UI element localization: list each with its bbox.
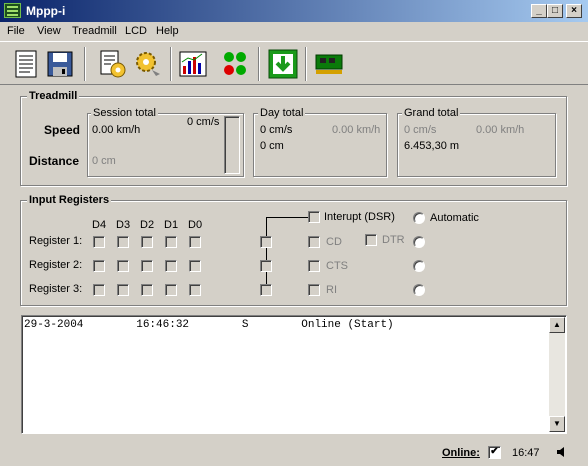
speaker-icon[interactable] <box>555 445 569 459</box>
interrupt-dsr-label: Interupt (DSR) <box>324 211 395 223</box>
grand-speed-kmh: 0.00 km/h <box>476 124 525 136</box>
register-3-radio[interactable] <box>413 284 425 296</box>
reg3-d0-checkbox[interactable] <box>189 284 201 296</box>
reg2-d0-checkbox[interactable] <box>189 260 201 272</box>
bit-label-d1: D1 <box>164 219 179 231</box>
session-speed-kmh: 0.00 km/h <box>92 124 141 136</box>
grand-speed-cms: 0 cm/s <box>404 124 437 136</box>
register-2-label: Register 2: <box>29 259 83 271</box>
bit-label-d3: D3 <box>116 219 131 231</box>
online-checkbox[interactable]: ✔ <box>488 446 501 459</box>
reg3-d3-checkbox[interactable] <box>117 284 129 296</box>
day-speed-kmh: 0.00 km/h <box>332 124 381 136</box>
bit-label-d2: D2 <box>140 219 155 231</box>
minimize-button[interactable]: _ <box>531 4 547 18</box>
window-title: Mppp-i <box>26 4 66 18</box>
reg3-d2-checkbox[interactable] <box>141 284 153 296</box>
app-icon[interactable] <box>4 3 21 18</box>
log-line: 29-3-2004 16:46:32 S Online (Start) <box>24 319 394 331</box>
register-2-radio[interactable] <box>413 260 425 272</box>
report-icon[interactable] <box>10 48 42 80</box>
treadmill-group-title: Treadmill <box>27 90 80 102</box>
lights-icon[interactable] <box>219 48 251 80</box>
session-speed-cms: 0 cm/s <box>187 116 220 128</box>
reg3-d1-checkbox[interactable] <box>165 284 177 296</box>
gear-icon[interactable] <box>132 48 164 80</box>
day-total-title: Day total <box>258 107 306 119</box>
distance-label: Distance <box>29 154 80 168</box>
session-total-box <box>87 113 244 177</box>
reg1-d3-checkbox[interactable] <box>117 236 129 248</box>
cts-checkbox[interactable] <box>308 260 320 272</box>
reg2-d3-checkbox[interactable] <box>117 260 129 272</box>
event-log[interactable]: 29-3-2004 16:46:32 S Online (Start) ▲ ▼ <box>21 315 567 434</box>
day-distance: 0 cm <box>260 140 284 152</box>
ri-checkbox[interactable] <box>308 284 320 296</box>
reg3-extra-checkbox[interactable] <box>260 284 272 296</box>
reg1-d1-checkbox[interactable] <box>165 236 177 248</box>
grand-distance: 6.453,30 m <box>404 140 460 152</box>
register-1-label: Register 1: <box>29 235 83 247</box>
dtr-checkbox[interactable] <box>365 234 377 246</box>
reg1-d2-checkbox[interactable] <box>141 236 153 248</box>
connector-line-top <box>266 217 309 218</box>
scroll-down-button[interactable]: ▼ <box>549 416 565 432</box>
session-total-title: Session total <box>91 107 158 119</box>
day-speed-cms: 0 cm/s <box>260 124 293 136</box>
circuit-board-icon[interactable] <box>313 48 345 80</box>
reg3-d4-checkbox[interactable] <box>93 284 105 296</box>
bit-label-d4: D4 <box>92 219 107 231</box>
menu-treadmill[interactable]: Treadmill <box>72 25 117 37</box>
input-registers-title: Input Registers <box>27 194 112 206</box>
reg1-d4-checkbox[interactable] <box>93 236 105 248</box>
menu-help[interactable]: Help <box>156 25 179 37</box>
automatic-radio[interactable] <box>413 212 425 224</box>
save-icon[interactable] <box>44 48 76 80</box>
speed-label: Speed <box>44 123 81 137</box>
settings-doc-icon[interactable] <box>96 48 128 80</box>
scroll-up-button[interactable]: ▲ <box>549 317 565 333</box>
status-bar: Online: ✔ 16:47 <box>0 442 588 466</box>
reg2-d1-checkbox[interactable] <box>165 260 177 272</box>
automatic-label: Automatic <box>430 212 479 224</box>
download-icon[interactable] <box>267 48 299 80</box>
cd-checkbox[interactable] <box>308 236 320 248</box>
menu-file[interactable]: File <box>7 25 25 37</box>
menu-view[interactable]: View <box>37 25 61 37</box>
reg1-extra-checkbox[interactable] <box>260 236 272 248</box>
cts-label: CTS <box>326 260 348 272</box>
maximize-button[interactable]: □ <box>547 4 563 18</box>
grand-total-title: Grand total <box>402 107 461 119</box>
reg2-extra-checkbox[interactable] <box>260 260 272 272</box>
register-1-radio[interactable] <box>413 236 425 248</box>
dtr-label: DTR <box>382 234 405 246</box>
session-distance: 0 cm <box>92 155 116 167</box>
register-3-label: Register 3: <box>29 283 83 295</box>
reg1-d0-checkbox[interactable] <box>189 236 201 248</box>
close-button[interactable]: × <box>566 4 582 18</box>
interrupt-dsr-checkbox[interactable] <box>308 211 320 223</box>
reg2-d4-checkbox[interactable] <box>93 260 105 272</box>
toolbar <box>0 41 588 85</box>
bit-label-d0: D0 <box>188 219 203 231</box>
menu-bar: File View Treadmill LCD Help <box>0 22 588 40</box>
menu-lcd[interactable]: LCD <box>125 25 147 37</box>
title-bar[interactable]: Mppp-i _ □ × <box>0 0 588 22</box>
ri-label: RI <box>326 284 337 296</box>
cd-label: CD <box>326 236 342 248</box>
reg2-d2-checkbox[interactable] <box>141 260 153 272</box>
clock-time: 16:47 <box>512 447 540 459</box>
online-label: Online: <box>442 447 480 459</box>
chart-icon[interactable] <box>178 48 210 80</box>
log-scrollbar[interactable]: ▲ ▼ <box>549 317 565 432</box>
connector-line <box>266 217 267 287</box>
speed-gauge <box>224 116 240 174</box>
